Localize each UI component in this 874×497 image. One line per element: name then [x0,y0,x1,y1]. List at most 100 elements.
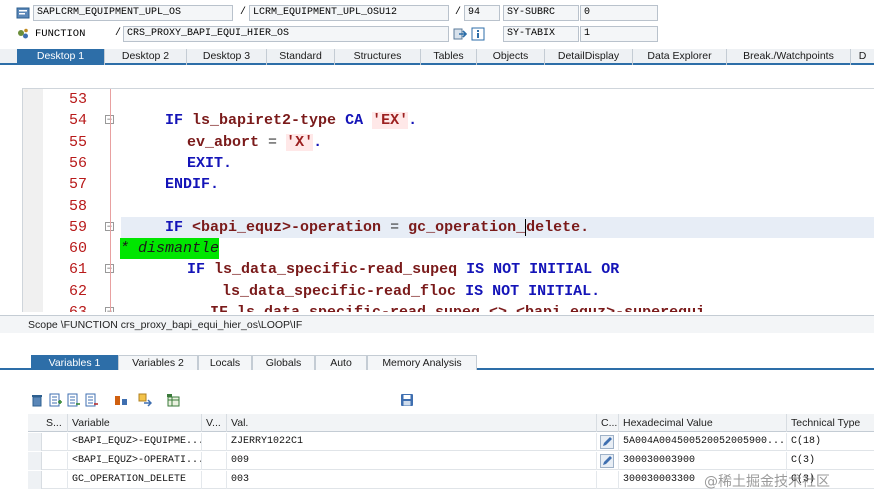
remove-row-icon[interactable] [85,393,99,407]
line-number-field: 94 [464,5,500,21]
append-row-icon[interactable] [67,393,81,407]
tab-detail-display[interactable]: DetailDisplay [545,49,633,65]
code-text: ev_abort = 'X'. [187,133,323,151]
col-variable[interactable]: Variable [68,414,202,432]
code-line: 61 − IF ls_data_specific-read_supeq IS N… [23,259,874,280]
col-status[interactable]: S... [42,414,68,432]
cell-v [202,452,227,470]
cell-variable[interactable]: <BAPI_EQUZ>-EQUIPME... [68,433,202,451]
text-cursor: delete. [525,218,590,236]
col-value[interactable]: Val. [227,414,597,432]
row-selector[interactable] [28,471,42,489]
variables-table-header: S... Variable V... Val. C... Hexadecimal… [28,414,874,432]
watermark-text: @稀土掘金技术社区 [704,474,830,490]
cell-status [42,433,68,451]
tab-overflow[interactable]: D [851,49,874,65]
table-row[interactable]: <BAPI_EQUZ>-EQUIPME... ZJERRY1022C1 5A00… [28,433,874,451]
pencil-icon[interactable] [600,435,614,449]
code-line: 63 − IF ls_data_specific-read_supeq <> <… [23,302,874,312]
line-number: 59 [68,218,87,236]
cell-change [597,471,619,489]
tab-desktop-3[interactable]: Desktop 3 [187,49,267,65]
row-selector[interactable] [28,452,42,470]
program-icon [16,7,30,19]
code-line-current: 59 − IF <bapi_equz>-operation = gc_opera… [23,217,874,238]
tabix-label: SY-TABIX [503,26,579,42]
sort-icon[interactable] [114,393,128,407]
line-number: 63 [43,302,87,312]
pencil-icon[interactable] [600,454,614,468]
program-name-field: SAPLCRM_EQUIPMENT_UPL_OS [33,5,233,21]
line-number: 57 [68,176,87,194]
tab-globals[interactable]: Globals [252,355,315,370]
table-row[interactable]: <BAPI_EQUZ>-OPERATI... 009 300030003900 … [28,452,874,470]
line-number: 56 [68,154,87,172]
code-text: IF <bapi_equz>-operation = gc_operation_… [165,218,590,236]
line-number: 62 [68,282,87,300]
cell-variable[interactable]: <BAPI_EQUZ>-OPERATI... [68,452,202,470]
edit-pencil-cell[interactable] [597,452,619,470]
include-name-field: LCRM_EQUIPMENT_UPL_OSU12 [249,5,449,21]
settings-table-icon[interactable] [166,393,180,407]
code-text: IF ls_bapiret2-type CA 'EX'. [165,112,418,130]
tab-auto[interactable]: Auto [315,355,367,370]
cell-variable[interactable]: GC_OPERATION_DELETE [68,471,202,489]
code-text: IF ls_data_specific-read_supeq <> <bapi_… [210,302,705,312]
tab-standard[interactable]: Standard [267,49,335,65]
desktop-tab-bar: Desktop 1 Desktop 2 Desktop 3 Standard S… [0,49,874,65]
subrc-value: 0 [580,5,658,21]
cell-hex: 5A004A004500520052005900... [619,433,787,451]
code-line: 57 ENDIF. [23,174,874,195]
code-line: 62 ls_data_specific-read_floc IS NOT INI… [23,281,874,302]
code-line: 56 EXIT. [23,153,874,174]
gutter-divider [110,89,111,312]
row-selector[interactable] [28,433,42,451]
tab-memory-analysis[interactable]: Memory Analysis [367,355,477,370]
tab-variables-2[interactable]: Variables 2 [118,355,198,370]
scope-bar: Scope \FUNCTION crs_proxy_bapi_equi_hier… [0,315,874,333]
code-line: 58 [23,196,874,217]
line-number: 53 [68,91,87,108]
code-line: 53 [23,89,874,110]
separator-slash-3: / [115,28,122,39]
edit-pencil-cell[interactable] [597,433,619,451]
insert-row-icon[interactable] [49,393,63,407]
navigate-icon[interactable] [453,27,467,41]
source-code-editor[interactable]: 53 54 − IF ls_bapiret2-type CA 'EX'. 55 … [22,88,874,312]
code-line: 54 − IF ls_bapiret2-type CA 'EX'. [23,110,874,131]
cell-value[interactable]: 003 [227,471,597,489]
separator-slash: / [240,7,247,18]
cell-value[interactable]: ZJERRY1022C1 [227,433,597,451]
tab-break-watchpoints[interactable]: Break./Watchpoints [727,49,851,65]
object-type-label: FUNCTION [35,28,86,40]
code-comment: * dismantle [120,238,220,260]
code-text: EXIT. [187,154,233,172]
code-line: 60 * dismantle [23,238,874,260]
code-text: ENDIF. [165,176,220,194]
col-v[interactable]: V... [202,414,227,432]
save-icon[interactable] [400,393,414,407]
col-change[interactable]: C... [597,414,619,432]
tab-locals[interactable]: Locals [198,355,252,370]
separator-slash-2: / [455,7,462,18]
tab-structures[interactable]: Structures [335,49,421,65]
tab-data-explorer[interactable]: Data Explorer [633,49,727,65]
code-text: IF ls_data_specific-read_supeq IS NOT IN… [187,261,620,279]
tab-variables-1[interactable]: Variables 1 [31,355,118,370]
tab-desktop-1[interactable]: Desktop 1 [17,49,105,65]
function-name-field: CRS_PROXY_BAPI_EQUI_HIER_OS [123,26,449,42]
cell-status [42,471,68,489]
delete-icon[interactable] [30,393,44,407]
tab-desktop-2[interactable]: Desktop 2 [105,49,187,65]
tab-objects[interactable]: Objects [477,49,545,65]
col-hex-value[interactable]: Hexadecimal Value [619,414,787,432]
transfer-icon[interactable] [138,393,152,407]
cell-v [202,471,227,489]
cell-status [42,452,68,470]
col-technical-type[interactable]: Technical Type [787,414,874,432]
info-icon[interactable] [471,27,485,41]
line-number: 58 [68,197,87,215]
subrc-label: SY-SUBRC [503,5,579,21]
tab-tables[interactable]: Tables [421,49,477,65]
cell-value[interactable]: 009 [227,452,597,470]
